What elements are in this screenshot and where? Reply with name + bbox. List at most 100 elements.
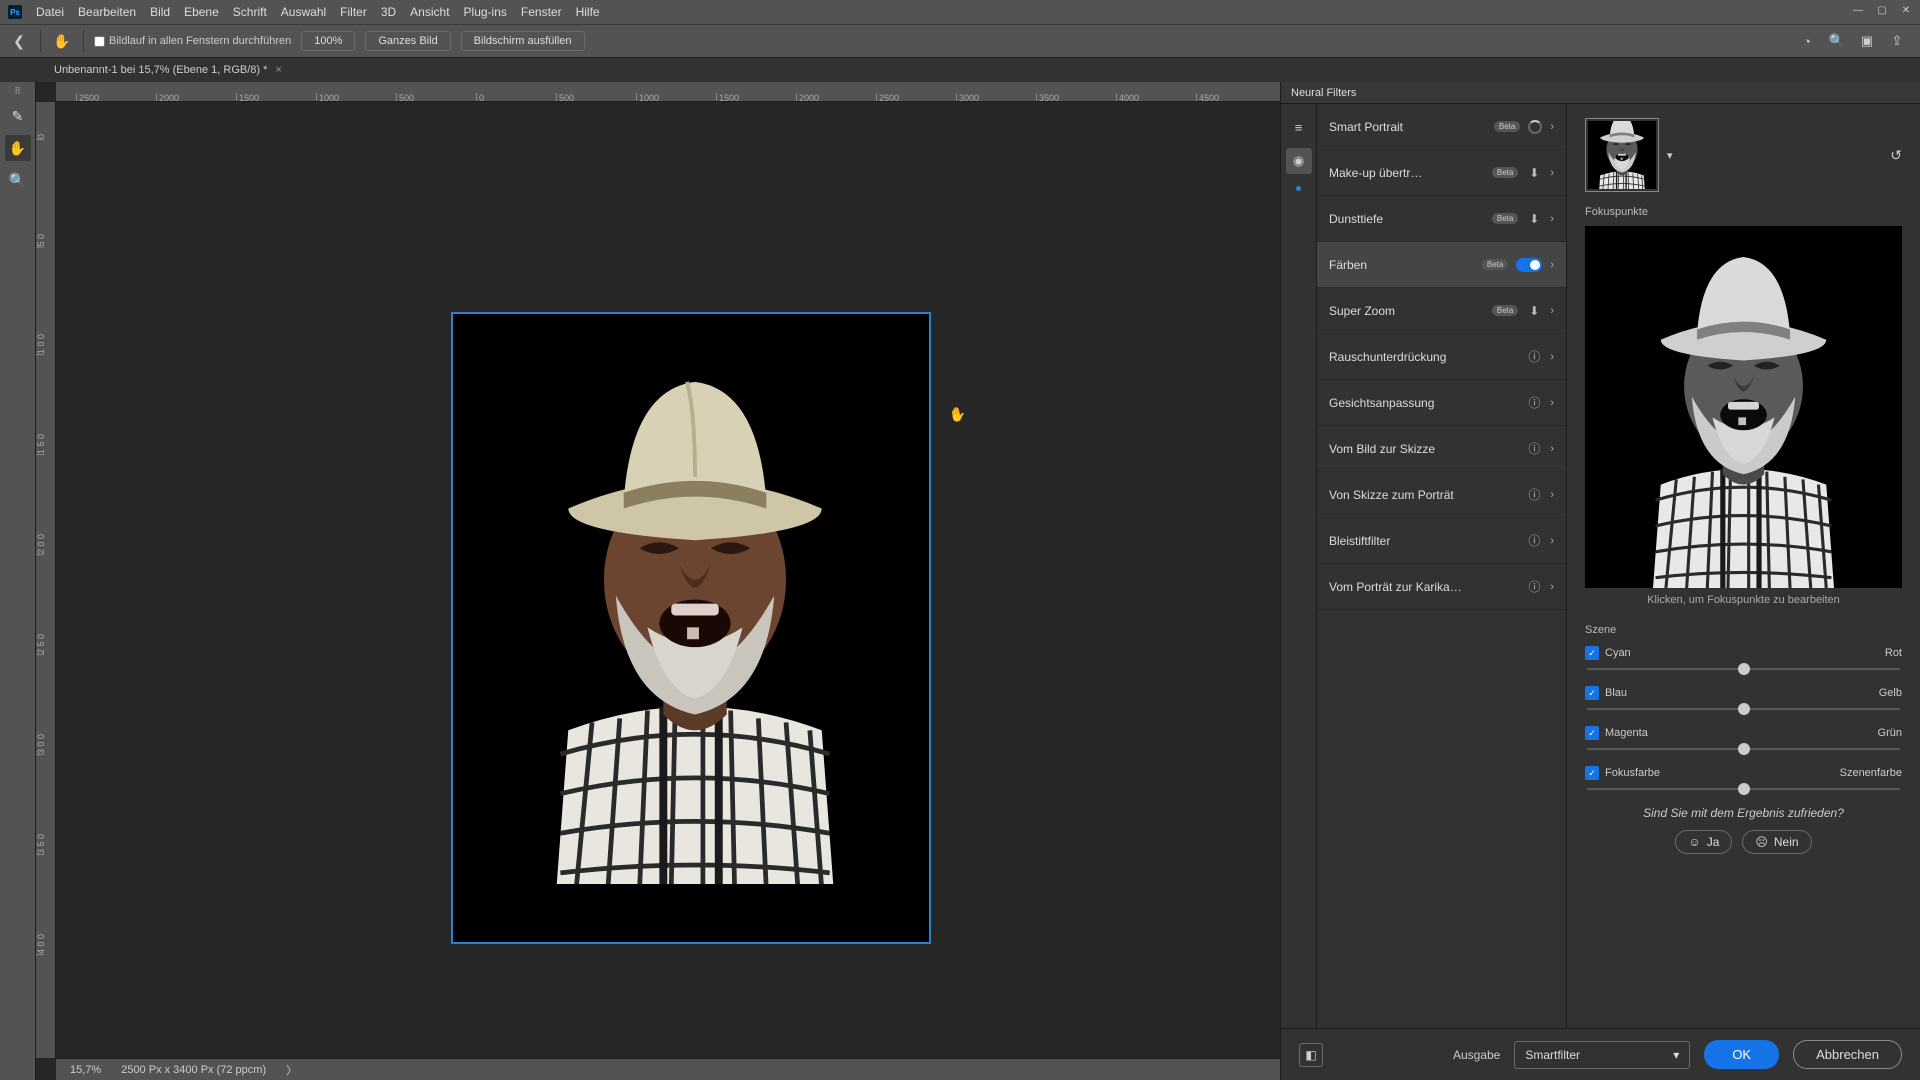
filter-row[interactable]: Von Skizze zum Porträtⓘ›	[1317, 472, 1566, 518]
slider-track[interactable]	[1587, 668, 1900, 670]
filter-row[interactable]: FärbenBeta›	[1317, 242, 1566, 288]
slider-track[interactable]	[1587, 788, 1900, 790]
filter-row[interactable]: Gesichtsanpassungⓘ›	[1317, 380, 1566, 426]
menu-bar: Ps Datei Bearbeiten Bild Ebene Schrift A…	[0, 0, 1920, 24]
slider-track[interactable]	[1587, 748, 1900, 750]
filter-row[interactable]: Vom Bild zur Skizzeⓘ›	[1317, 426, 1566, 472]
ok-button[interactable]: OK	[1704, 1040, 1779, 1069]
minimize-icon[interactable]: —	[1850, 2, 1866, 18]
menu-auswahl[interactable]: Auswahl	[281, 5, 326, 19]
slider-knob[interactable]	[1738, 663, 1750, 675]
ruler-tick: 0	[476, 93, 484, 101]
status-dimensions: 2500 Px x 3400 Px (72 ppcm)	[121, 1064, 266, 1076]
menu-filter[interactable]: Filter	[340, 5, 367, 19]
filter-row[interactable]: Make-up übertr…Beta⬇›	[1317, 150, 1566, 196]
zoom-100-button[interactable]: 100%	[301, 31, 355, 51]
ruler-tick: 1500	[716, 93, 739, 101]
info-icon[interactable]: ⓘ	[1526, 532, 1542, 549]
home-icon[interactable]: ❮	[8, 30, 30, 52]
color-slider: ✓MagentaGrün	[1585, 726, 1902, 750]
info-icon[interactable]: ⓘ	[1526, 440, 1542, 457]
download-icon[interactable]: ⬇	[1526, 166, 1542, 180]
color-slider: ✓BlauGelb	[1585, 686, 1902, 710]
tab-close-icon[interactable]: ×	[275, 64, 281, 76]
ruler-vertical[interactable]: 05 01 0 01 5 02 0 02 5 03 0 03 5 04 0 0	[36, 102, 56, 1058]
ruler-tick: 2000	[156, 93, 179, 101]
hand-tool[interactable]: ✋	[5, 135, 31, 161]
fit-screen-button[interactable]: Ganzes Bild	[365, 31, 450, 51]
chevron-right-icon: ›	[1550, 121, 1554, 133]
beta-badge: Beta	[1494, 121, 1520, 132]
workspace-icon[interactable]: ▣	[1858, 32, 1876, 50]
face-thumbnail[interactable]	[1585, 118, 1659, 192]
filter-row[interactable]: Rauschunterdrückungⓘ›	[1317, 334, 1566, 380]
info-icon[interactable]: ⓘ	[1526, 578, 1542, 595]
preview-toggle-icon[interactable]: ◧	[1299, 1043, 1323, 1067]
download-icon[interactable]: ⬇	[1526, 304, 1542, 318]
slider-checkbox[interactable]: ✓	[1585, 686, 1599, 700]
menu-bearbeiten[interactable]: Bearbeiten	[78, 5, 136, 19]
zoom-tool[interactable]: 🔍	[5, 167, 31, 193]
slider-track[interactable]	[1587, 708, 1900, 710]
filter-list: Smart PortraitBeta›Make-up übertr…Beta⬇›…	[1317, 104, 1567, 1028]
slider-checkbox[interactable]: ✓	[1585, 766, 1599, 780]
output-select[interactable]: Smartfilter▾	[1514, 1041, 1690, 1069]
search-icon[interactable]: 🔍	[1828, 32, 1846, 50]
menu-3d[interactable]: 3D	[381, 5, 396, 19]
slider-right-label: Rot	[1885, 647, 1902, 659]
panel-category-tabs: ≡ ◉	[1281, 104, 1317, 1028]
menu-hilfe[interactable]: Hilfe	[576, 5, 600, 19]
options-bar: ❮ ✋ Bildlauf in allen Fenstern durchführ…	[0, 24, 1920, 58]
filter-toggle[interactable]	[1516, 258, 1542, 272]
feedback-no-button[interactable]: ☹Nein	[1742, 830, 1811, 854]
status-more-icon[interactable]: 〉	[286, 1062, 297, 1078]
maximize-icon[interactable]: ▢	[1874, 2, 1890, 18]
filter-row[interactable]: Vom Porträt zur Karika…ⓘ›	[1317, 564, 1566, 610]
menu-plugins[interactable]: Plug-ins	[464, 5, 507, 19]
slider-knob[interactable]	[1738, 703, 1750, 715]
menu-schrift[interactable]: Schrift	[233, 5, 267, 19]
toolbar-grip-icon[interactable]: ⠿	[14, 86, 21, 97]
category-all-icon[interactable]: ≡	[1286, 114, 1312, 140]
hand-tool-icon[interactable]: ✋	[51, 30, 73, 52]
feedback-yes-button[interactable]: ☺Ja	[1675, 830, 1732, 854]
info-icon[interactable]: ⓘ	[1526, 486, 1542, 503]
filter-row[interactable]: Bleistiftfilterⓘ›	[1317, 518, 1566, 564]
edit-toolbar-icon[interactable]: ✎	[5, 103, 31, 129]
ruler-tick: 1000	[316, 93, 339, 101]
slider-checkbox[interactable]: ✓	[1585, 726, 1599, 740]
filter-settings-pane: ▾ ↺ Fokuspunkte Klicken, um Fokuspunkte …	[1567, 104, 1920, 1028]
scroll-all-checkbox[interactable]: Bildlauf in allen Fenstern durchführen	[94, 35, 291, 47]
filter-row[interactable]: DunsttiefeBeta⬇›	[1317, 196, 1566, 242]
ruler-horizontal[interactable]: 2500200015001000500050010001500200025003…	[56, 82, 1280, 102]
category-portrait-icon[interactable]: ◉	[1286, 148, 1312, 174]
focus-preview[interactable]	[1585, 226, 1902, 588]
menu-bild[interactable]: Bild	[150, 5, 170, 19]
chevron-right-icon: ›	[1550, 213, 1554, 225]
slider-knob[interactable]	[1738, 743, 1750, 755]
cancel-button[interactable]: Abbrechen	[1793, 1040, 1902, 1069]
download-icon[interactable]: ⬇	[1526, 212, 1542, 226]
slider-knob[interactable]	[1738, 783, 1750, 795]
status-zoom[interactable]: 15,7%	[70, 1064, 101, 1076]
cloud-icon[interactable]: ◔	[1798, 32, 1816, 50]
document-bounds	[451, 312, 931, 944]
menu-ansicht[interactable]: Ansicht	[410, 5, 449, 19]
menu-fenster[interactable]: Fenster	[521, 5, 562, 19]
close-icon[interactable]: ✕	[1898, 2, 1914, 18]
filter-row[interactable]: Smart PortraitBeta›	[1317, 104, 1566, 150]
fill-screen-button[interactable]: Bildschirm ausfüllen	[461, 31, 585, 51]
menu-ebene[interactable]: Ebene	[184, 5, 219, 19]
slider-checkbox[interactable]: ✓	[1585, 646, 1599, 660]
share-icon[interactable]: ⇪	[1888, 32, 1906, 50]
neural-filters-panel: Neural Filters ≡ ◉ Smart PortraitBeta›Ma…	[1280, 82, 1920, 1080]
document-tab[interactable]: Unbenannt-1 bei 15,7% (Ebene 1, RGB/8) *…	[44, 60, 292, 80]
menu-datei[interactable]: Datei	[36, 5, 64, 19]
filter-row[interactable]: Super ZoomBeta⬇›	[1317, 288, 1566, 334]
info-icon[interactable]: ⓘ	[1526, 394, 1542, 411]
reset-icon[interactable]: ↺	[1890, 147, 1902, 164]
info-icon[interactable]: ⓘ	[1526, 348, 1542, 365]
canvas-area[interactable]: 2500200015001000500050010001500200025003…	[36, 82, 1280, 1080]
beta-badge: Beta	[1492, 213, 1518, 224]
chevron-down-icon[interactable]: ▾	[1667, 149, 1673, 162]
